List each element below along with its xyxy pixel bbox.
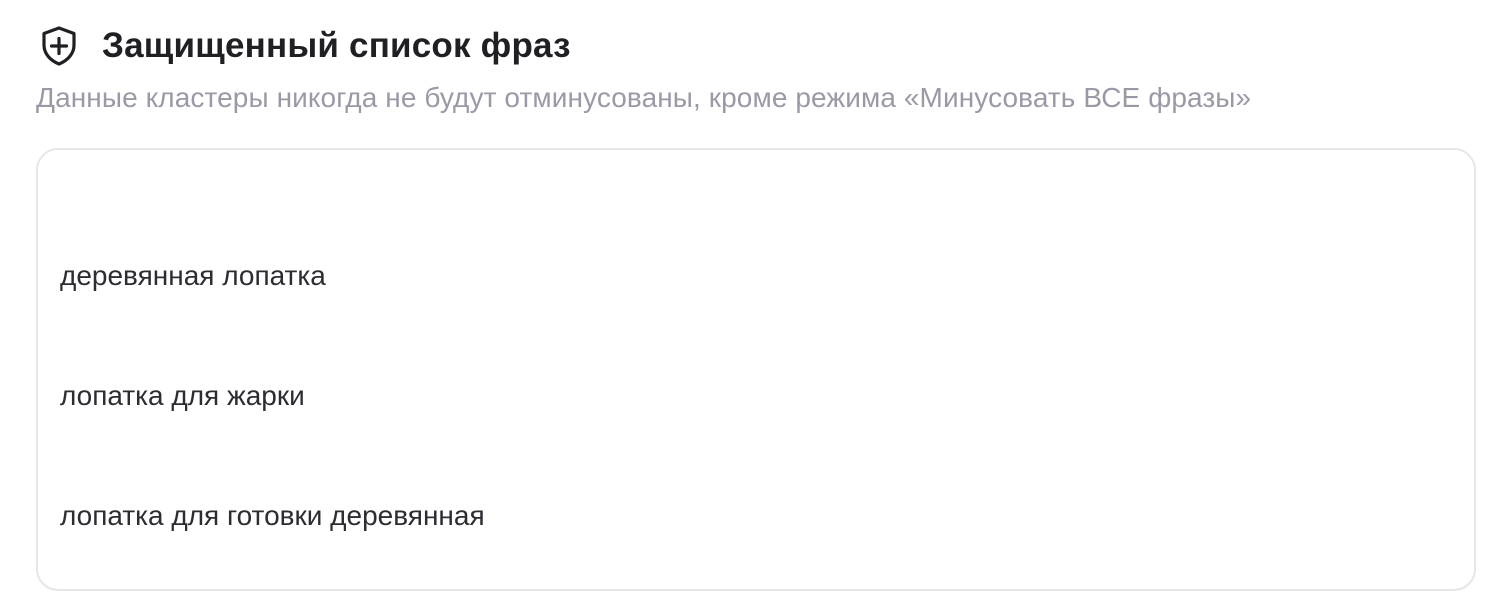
phrase-line: лопатка для готовки деревянная [60,500,485,531]
phrase-line: лопатка для жарки [60,380,305,411]
phrase-line: деревянная лопатка [60,260,326,291]
protected-phrases-textarea[interactable]: деревянная лопатка лопатка для жарки лоп… [36,148,1476,591]
section-subtitle: Данные кластеры никогда не будут отминус… [36,82,1252,113]
shield-plus-icon [40,25,78,67]
section-title: Защищенный список фраз [102,26,571,65]
section-header: Защищенный список фраз [40,24,571,68]
